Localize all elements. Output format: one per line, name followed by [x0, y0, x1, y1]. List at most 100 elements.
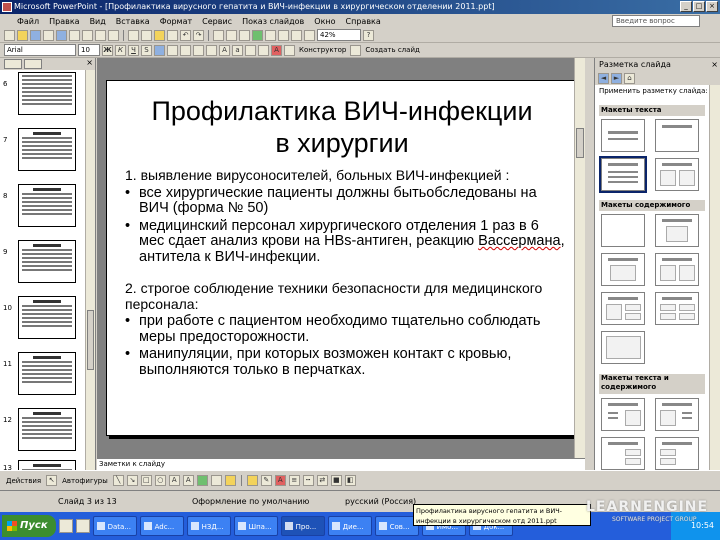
line-color-icon[interactable]: ✎	[260, 475, 272, 486]
tables-borders-icon[interactable]	[239, 29, 250, 41]
spelling-icon[interactable]	[95, 29, 106, 41]
numbering-icon[interactable]	[193, 44, 204, 56]
font-color-icon[interactable]: A	[271, 44, 282, 56]
open-icon[interactable]	[17, 29, 28, 41]
line-icon[interactable]: ╲	[112, 475, 124, 486]
select-objects-icon[interactable]: ↖	[46, 475, 58, 486]
show-formatting-icon[interactable]	[278, 29, 289, 41]
align-left-icon[interactable]	[154, 44, 165, 56]
undo-icon[interactable]: ↶	[180, 29, 191, 41]
layout-blank[interactable]	[601, 214, 645, 247]
print-icon[interactable]	[69, 29, 80, 41]
bold-icon[interactable]: Ж	[102, 44, 113, 56]
layout-title-text[interactable]	[599, 156, 647, 193]
bullets-icon[interactable]	[206, 44, 217, 56]
help-search-input[interactable]: Введите вопрос	[612, 15, 700, 27]
layout-content-text[interactable]	[655, 398, 699, 431]
taskbar-item[interactable]: Adc...	[139, 516, 184, 536]
section-content-layouts[interactable]: Макеты содержимого	[599, 200, 705, 211]
increase-font-icon[interactable]: A	[219, 44, 230, 56]
slide-thumbnail[interactable]	[18, 72, 76, 115]
arrow-icon[interactable]: ↘	[126, 475, 138, 486]
taskbar-item-active[interactable]: Про...	[280, 516, 325, 536]
back-icon[interactable]: ◄	[598, 72, 609, 84]
layout-title-slide[interactable]	[601, 119, 645, 152]
zoom-select[interactable]: 42%	[317, 29, 361, 41]
slide-thumbnail[interactable]	[18, 128, 76, 171]
close-icon[interactable]: ×	[86, 58, 93, 67]
taskbar-item[interactable]: Сов...	[374, 516, 419, 536]
scrollbar-thumb[interactable]	[576, 128, 584, 158]
outline-tab[interactable]	[4, 59, 22, 69]
paste-icon[interactable]	[154, 29, 165, 41]
taskbar-item[interactable]: Дие...	[327, 516, 372, 536]
layout-content-large[interactable]	[601, 331, 645, 364]
home-icon[interactable]: ⌂	[624, 72, 635, 84]
start-button[interactable]: Пуск	[2, 515, 56, 537]
font-select[interactable]: Arial	[4, 44, 76, 56]
menu-tools[interactable]: Сервис	[197, 17, 237, 26]
close-button[interactable]: ×	[706, 1, 718, 12]
grid-icon[interactable]	[291, 29, 302, 41]
fill-color-icon[interactable]	[246, 475, 258, 486]
layout-two-content-text[interactable]	[655, 437, 699, 470]
close-icon[interactable]: ×	[711, 58, 718, 71]
print-preview-icon[interactable]	[82, 29, 93, 41]
align-right-icon[interactable]	[180, 44, 191, 56]
slides-tab[interactable]	[24, 59, 42, 69]
scrollbar-thumb[interactable]	[87, 310, 94, 370]
panel-scrollbar[interactable]	[85, 70, 95, 470]
textbox-icon[interactable]: A	[168, 475, 180, 486]
shadow-style-icon[interactable]: ■	[330, 475, 342, 486]
slide-thumbnail[interactable]	[18, 296, 76, 339]
diagram-icon[interactable]	[196, 475, 208, 486]
menu-file[interactable]: Файл	[12, 17, 44, 26]
designer-button[interactable]: Конструктор	[297, 46, 348, 54]
align-center-icon[interactable]	[167, 44, 178, 56]
actions-menu[interactable]: Действия	[4, 477, 43, 485]
slide-body[interactable]: 1. выявление вирусоносителей, больных ВИ…	[125, 167, 565, 378]
menu-insert[interactable]: Вставка	[111, 17, 155, 26]
slide-title[interactable]: Профилактика ВИЧ-инфекции в хирургии	[117, 95, 567, 159]
underline-icon[interactable]: Ч	[128, 44, 139, 56]
insert-diagram-icon[interactable]	[252, 29, 263, 41]
menu-view[interactable]: Вид	[85, 17, 111, 26]
layout-content-multi[interactable]	[601, 292, 645, 325]
quick-launch-icon[interactable]	[58, 519, 73, 533]
research-icon[interactable]	[108, 29, 119, 41]
font-size-select[interactable]: 10	[78, 44, 100, 56]
layout-text-two-content[interactable]	[601, 437, 645, 470]
layout-text-content[interactable]	[601, 398, 645, 431]
design-icon[interactable]	[284, 44, 295, 56]
layout-two-content[interactable]	[655, 253, 699, 286]
expand-all-icon[interactable]	[265, 29, 276, 41]
picture-icon[interactable]	[224, 475, 236, 486]
layout-content[interactable]	[655, 214, 699, 247]
taskbar-item[interactable]: НЗД...	[186, 516, 231, 536]
layout-title-only[interactable]	[655, 119, 699, 152]
shadow-icon[interactable]: S	[141, 44, 152, 56]
insert-table-icon[interactable]	[226, 29, 237, 41]
increase-indent-icon[interactable]	[258, 44, 269, 56]
clipart-icon[interactable]	[210, 475, 222, 486]
notes-field[interactable]: Заметки к слайду	[97, 458, 585, 470]
taskbar-item[interactable]: Шпа...	[233, 516, 278, 536]
insert-chart-icon[interactable]	[213, 29, 224, 41]
new-slide-button[interactable]: Создать слайд	[363, 46, 421, 54]
email-icon[interactable]	[56, 29, 67, 41]
menu-format[interactable]: Формат	[155, 17, 197, 26]
slide-scrollbar[interactable]	[574, 58, 585, 470]
font-color-icon[interactable]: A	[274, 475, 286, 486]
3d-style-icon[interactable]: ◧	[344, 475, 356, 486]
autoshapes-menu[interactable]: Автофигуры	[60, 477, 110, 485]
layout-title-content[interactable]	[601, 253, 645, 286]
color-grayscale-icon[interactable]	[304, 29, 315, 41]
task-pane-scrollbar[interactable]	[709, 85, 720, 470]
quick-launch-icon[interactable]	[75, 519, 90, 533]
slide-thumbnail[interactable]	[18, 460, 76, 470]
italic-icon[interactable]: К	[115, 44, 126, 56]
slide-thumbnail[interactable]	[18, 184, 76, 227]
cut-icon[interactable]	[128, 29, 139, 41]
forward-icon[interactable]: ►	[611, 72, 622, 84]
decrease-indent-icon[interactable]	[245, 44, 256, 56]
